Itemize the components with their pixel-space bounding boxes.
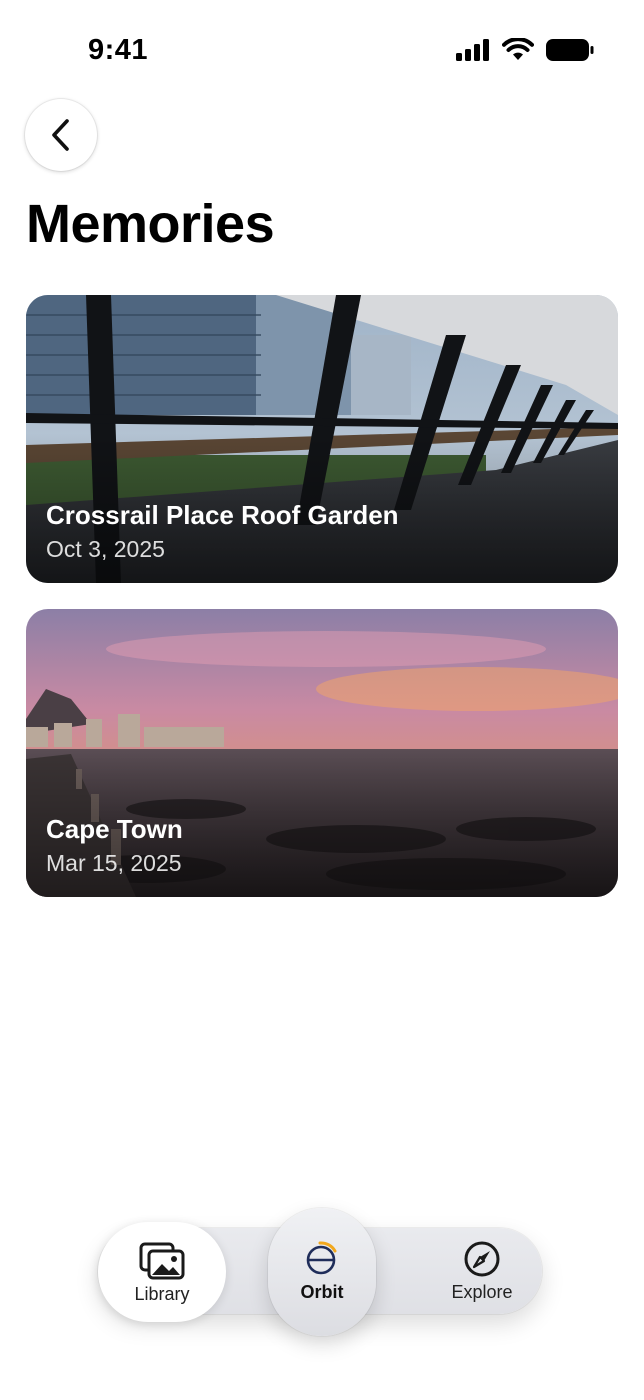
back-button[interactable]: [25, 99, 97, 171]
tab-explore[interactable]: Explore: [430, 1240, 534, 1303]
memory-title: Cape Town: [46, 814, 183, 844]
tab-label: Explore: [451, 1282, 513, 1302]
tab-label: Library: [134, 1283, 190, 1304]
page-title: Memories: [26, 194, 275, 254]
tab-orbit[interactable]: Orbit: [268, 1240, 376, 1303]
tab-label: Orbit: [300, 1282, 344, 1302]
memory-date: Oct 3, 2025: [46, 536, 165, 562]
chevron-left-icon: [52, 119, 69, 151]
memory-card-crossrail[interactable]: Crossrail Place Roof Garden Oct 3, 2025: [26, 295, 618, 583]
status-icons: [456, 38, 594, 62]
status-time: 9:41: [88, 34, 149, 66]
photo-library-icon: [139, 1242, 185, 1279]
wifi-icon: [502, 38, 534, 60]
tab-library[interactable]: Library: [98, 1222, 226, 1322]
orbit-icon: [306, 1241, 337, 1275]
memory-card-cape-town[interactable]: Cape Town Mar 15, 2025: [26, 609, 618, 897]
memory-date: Mar 15, 2025: [46, 850, 182, 876]
battery-icon: [546, 39, 594, 61]
memories-screen: 9:41 Memories Crossrail Place Roof Garde…: [0, 0, 644, 1400]
memory-title: Crossrail Place Roof Garden: [46, 500, 399, 530]
compass-icon: [464, 1241, 500, 1277]
cellular-signal-icon: [456, 39, 489, 61]
